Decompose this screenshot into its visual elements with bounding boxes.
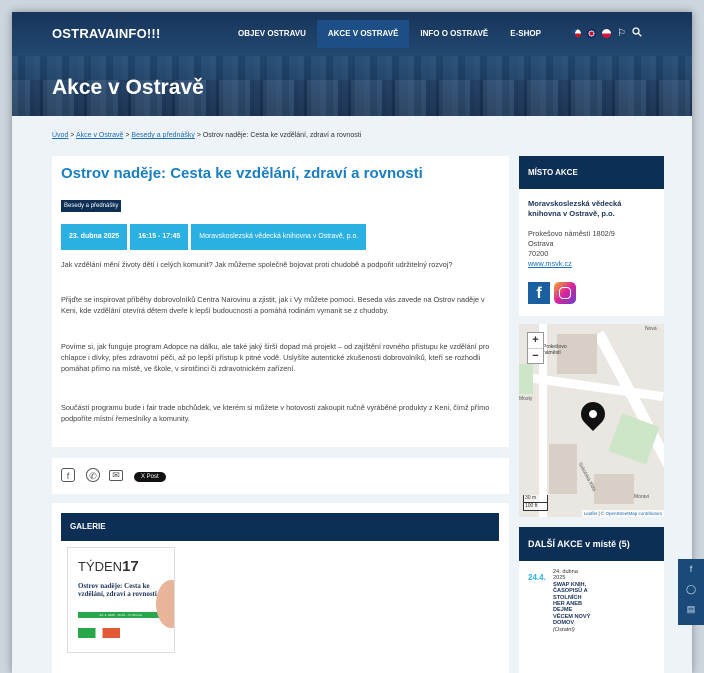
zoom-out-button[interactable]: − bbox=[528, 349, 543, 364]
calendar-icon[interactable]: ▤ bbox=[678, 599, 704, 619]
facebook-icon[interactable]: f bbox=[528, 282, 550, 304]
venue-box: MÍSTO AKCE Moravskoslezská vědecká kniho… bbox=[519, 156, 664, 316]
flag-cs-icon[interactable] bbox=[572, 29, 581, 38]
thumb-logos bbox=[78, 628, 148, 638]
event-detail: Ostrov naděje: Cesta ke vzdělání, zdraví… bbox=[52, 156, 509, 447]
instagram-icon[interactable] bbox=[554, 282, 576, 304]
nav-akce-v-ostrave[interactable]: AKCE V OSTRAVĚ bbox=[316, 20, 410, 48]
breadcrumb-home[interactable]: Úvod bbox=[52, 132, 68, 139]
venue-heading: MÍSTO AKCE bbox=[519, 156, 664, 189]
gallery-heading: GALERIE bbox=[61, 513, 499, 541]
share-bar: f ✆ ✉ X Post bbox=[52, 458, 509, 494]
map-scale: 30 m 100 ft bbox=[523, 495, 548, 511]
gallery-section: GALERIE TÝDEN17 Ostrov naděje: Cesta ke … bbox=[52, 503, 509, 673]
category-badge[interactable]: Besedy a přednášky bbox=[61, 200, 122, 212]
more-event-item[interactable]: 24. dubna 2025 SWAP KNIH, ČASOPISŮ A STO… bbox=[553, 569, 591, 633]
bookmark-icon[interactable]: ⚐ bbox=[617, 28, 626, 39]
page-title: Akce v Ostravě bbox=[52, 76, 204, 99]
nav-eshop[interactable]: E-SHOP bbox=[499, 20, 552, 48]
venue-map[interactable]: Nová Prokešovo náměstí Sokolská třída Mo… bbox=[519, 324, 664, 517]
map-attribution: Leaflet | © OpenStreetMap contributors bbox=[581, 510, 664, 517]
search-icon[interactable] bbox=[632, 27, 642, 40]
event-meta: 23. dubna 2025 16:15 - 17:45 Moravskosle… bbox=[61, 224, 367, 250]
venue-address: Prokešovo náměstí 1802/9 Ostrava 70200 w… bbox=[528, 229, 615, 269]
thumb-date-strip: 23. 4. 2025 · 16:15 – 17:45 hod. bbox=[78, 612, 164, 618]
floating-social-bar: f ◯ ▤ bbox=[678, 559, 704, 625]
event-paragraph: Součástí programu bude i fair trade obch… bbox=[61, 403, 490, 423]
instagram-icon[interactable]: ◯ bbox=[678, 579, 704, 599]
thumb-title: Ostrov naděje: Cesta ke vzdělání, zdraví… bbox=[78, 582, 157, 598]
event-time: 16:15 - 17:45 bbox=[130, 224, 189, 250]
event-place: Moravskoslezská vědecká knihovna v Ostra… bbox=[191, 224, 367, 250]
nav-info-o-ostrave[interactable]: INFO O OSTRAVĚ bbox=[409, 20, 499, 48]
thumb-brand: TÝDEN17 bbox=[78, 558, 139, 575]
more-event-short-date: 24.4. bbox=[528, 573, 546, 582]
email-icon[interactable]: ✉ bbox=[109, 470, 123, 481]
zoom-in-button[interactable]: + bbox=[528, 333, 543, 349]
thumb-photo bbox=[156, 580, 174, 628]
whatsapp-icon[interactable]: ✆ bbox=[86, 468, 100, 482]
browser-page: OSTRAVAINFO!!! OBJEV OSTRAVU AKCE V OSTR… bbox=[12, 12, 692, 673]
site-logo[interactable]: OSTRAVAINFO!!! bbox=[52, 26, 160, 41]
header-hero: OSTRAVAINFO!!! OBJEV OSTRAVU AKCE V OSTR… bbox=[12, 12, 692, 116]
header-tools: ⚐ bbox=[572, 27, 642, 40]
breadcrumb-besedy[interactable]: Besedy a přednášky bbox=[131, 132, 194, 139]
leaflet-link[interactable]: Leaflet bbox=[584, 511, 598, 516]
more-events-box: DALŠÍ AKCE v místě (5) 24.4. 24. dubna 2… bbox=[519, 527, 664, 673]
venue-website-link[interactable]: www.msvk.cz bbox=[528, 259, 615, 269]
event-paragraph: Povíme si, jak funguje program Adopce na… bbox=[61, 342, 490, 373]
flag-pl-icon[interactable] bbox=[602, 29, 611, 38]
more-events-heading: DALŠÍ AKCE v místě (5) bbox=[519, 527, 664, 561]
x-post-button[interactable]: X Post bbox=[134, 472, 166, 482]
breadcrumb-current: Ostrov naděje: Cesta ke vzdělání, zdraví… bbox=[202, 132, 362, 139]
facebook-icon[interactable]: f bbox=[61, 468, 75, 482]
gallery-thumbnail[interactable]: TÝDEN17 Ostrov naděje: Cesta ke vzdělání… bbox=[67, 547, 175, 653]
main-nav: OBJEV OSTRAVU AKCE V OSTRAVĚ INFO O OSTR… bbox=[227, 20, 552, 48]
breadcrumb-akce[interactable]: Akce v Ostravě bbox=[76, 132, 123, 139]
flag-en-icon[interactable] bbox=[587, 29, 596, 38]
venue-name: Moravskoslezská vědecká knihovna v Ostra… bbox=[528, 199, 622, 218]
more-event-title[interactable]: SWAP KNIH, ČASOPISŮ A STOLNÍCH HER ANEB … bbox=[553, 582, 591, 627]
event-paragraph: Přijďte se inspirovat příběhy dobrovolní… bbox=[61, 295, 485, 315]
event-paragraph: Jak vzdělání mění životy dětí i celých k… bbox=[61, 260, 453, 269]
event-title: Ostrov naděje: Cesta ke vzdělání, zdraví… bbox=[61, 165, 423, 182]
location-pin-icon[interactable] bbox=[576, 397, 610, 431]
breadcrumb: Úvod > Akce v Ostravě > Besedy a přednáš… bbox=[52, 132, 362, 139]
facebook-icon[interactable]: f bbox=[678, 559, 704, 579]
event-date: 23. dubna 2025 bbox=[61, 224, 128, 250]
map-zoom-control: + − bbox=[527, 332, 544, 364]
nav-objev-ostravu[interactable]: OBJEV OSTRAVU bbox=[227, 20, 317, 48]
osm-link[interactable]: © OpenStreetMap contributors bbox=[601, 511, 662, 516]
